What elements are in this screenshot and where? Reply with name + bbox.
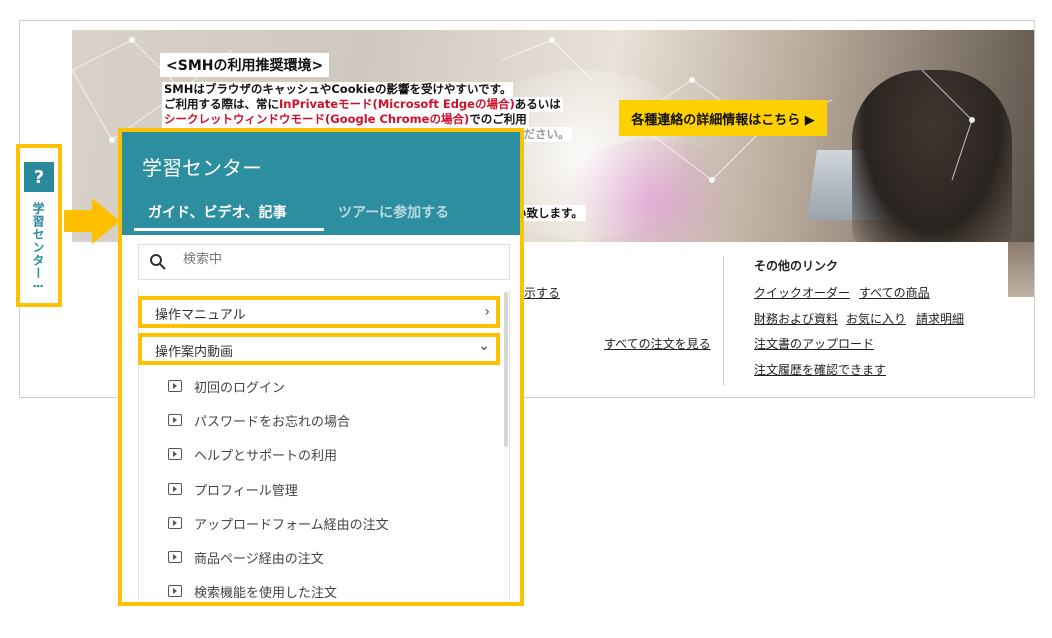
section-label: 操作案内動画 [155, 345, 234, 360]
po-upload-link[interactable]: 注文書のアップロード [754, 335, 874, 352]
side-image-strip [1008, 242, 1034, 297]
play-icon [168, 585, 182, 597]
learning-center-panel: 学習センター ガイド、ビデオ、記事 ツアーに参加する 操作マニュアル › 操作案… [118, 128, 524, 606]
notice-line-1: SMHはブラウザのキャッシュやCookieの影響を受けやすいです。 [164, 82, 512, 96]
video-title: 初回のログイン [194, 380, 286, 396]
search-box [138, 244, 510, 280]
search-icon [150, 254, 166, 270]
help-question-icon: ? [24, 162, 54, 192]
notice-line-2b: あるいは [514, 97, 561, 111]
video-title: 検索機能を使用した注文 [194, 585, 338, 601]
incognito-mode-text: シークレットウィンドウモード(Google Chromeの場合) [164, 112, 470, 126]
play-icon [168, 551, 182, 563]
panel-title: 学習センター [142, 156, 262, 180]
play-icon [168, 414, 182, 426]
panel-header: 学習センター ガイド、ビデオ、記事 ツアーに参加する [122, 132, 520, 235]
video-item[interactable]: ヘルプとサポートの利用 [168, 442, 337, 466]
play-icon [168, 448, 182, 460]
video-title: ヘルプとサポートの利用 [194, 448, 338, 464]
links-divider [723, 256, 724, 386]
video-item[interactable]: 検索機能を使用した注文 [168, 579, 338, 602]
video-item[interactable]: パスワードをお忘れの場合 [168, 408, 350, 432]
play-icon [168, 517, 182, 529]
section-operation-videos[interactable]: 操作案内動画 ⌄ [138, 333, 500, 365]
video-item[interactable]: 商品ページ経由の注文 [168, 545, 324, 569]
learning-center-tab[interactable]: ? 学習センター⋮ [16, 144, 62, 307]
finance-documents-link[interactable]: 財務および資料 [754, 310, 838, 327]
section-operation-manual[interactable]: 操作マニュアル › [138, 296, 500, 328]
tab-tours[interactable]: ツアーに参加する [338, 202, 449, 222]
chevron-down-icon: ⌄ [478, 338, 490, 354]
learning-center-tab-label: 学習センター⋮ [31, 202, 45, 293]
all-products-link[interactable]: すべての商品 [859, 284, 930, 301]
favorites-link[interactable]: お気に入り [846, 310, 906, 327]
section-label: 操作マニュアル [155, 308, 246, 323]
notice-line-2a: ご利用する際は、常に [164, 97, 279, 111]
video-title: 商品ページ経由の注文 [194, 551, 324, 567]
all-orders-link[interactable]: すべての注文を見る [604, 335, 711, 352]
order-history-link[interactable]: 注文履歴を確認できます [754, 361, 886, 378]
other-links-heading: その他のリンク [754, 259, 839, 273]
chevron-right-icon: › [484, 304, 490, 320]
video-item[interactable]: 初回のログイン [168, 374, 285, 398]
quick-order-link[interactable]: クイックオーダー [754, 284, 850, 301]
contact-details-button[interactable]: 各種連絡の詳細情報はこちら ▶ [619, 100, 827, 136]
video-item[interactable]: プロフィール管理 [168, 477, 298, 501]
invoice-link[interactable]: 請求明細 [916, 310, 964, 327]
tab-guides[interactable]: ガイド、ビデオ、記事 [148, 202, 287, 222]
video-item[interactable]: アップロードフォーム経由の注文 [168, 511, 389, 535]
inprivate-mode-text: InPrivateモード(Microsoft Edgeの場合) [279, 97, 515, 111]
notice-line-3b: でのご利用 [469, 112, 527, 126]
environment-title: <SMHの利用推奨環境> [160, 53, 330, 77]
video-title: プロフィール管理 [194, 483, 298, 499]
search-input[interactable] [183, 252, 483, 267]
video-title: パスワードをお忘れの場合 [194, 414, 351, 430]
video-title: アップロードフォーム経由の注文 [194, 517, 389, 533]
list-scrollbar[interactable] [504, 292, 508, 447]
show-link-partial[interactable]: 示する [524, 284, 560, 301]
play-icon [168, 483, 182, 495]
active-tab-indicator [134, 228, 324, 231]
play-icon [168, 380, 182, 392]
